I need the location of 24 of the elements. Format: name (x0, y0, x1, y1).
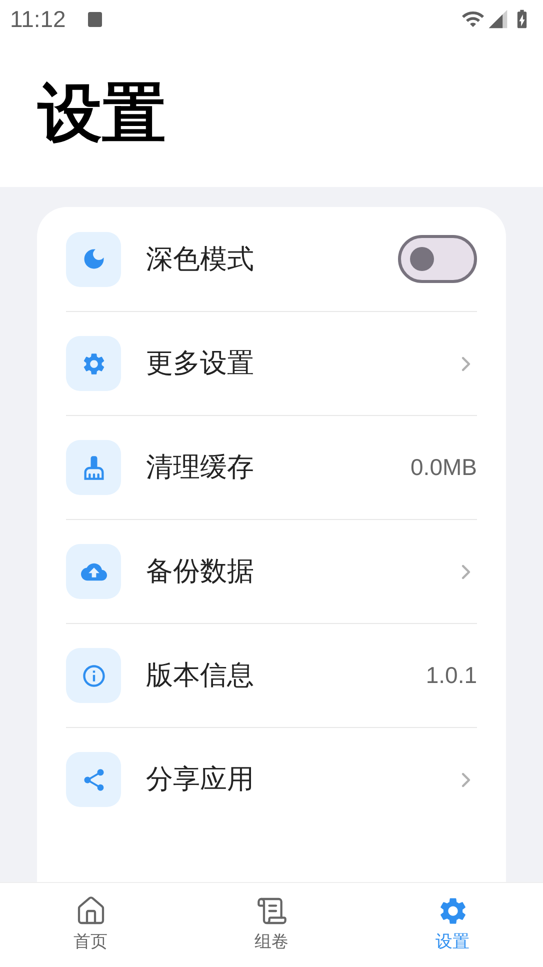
settings-row[interactable]: 清理缓存 0.0MB (66, 415, 477, 519)
nav-tab[interactable]: 组卷 (181, 883, 362, 967)
nav-tab[interactable]: 首页 (0, 883, 181, 967)
info-icon (80, 662, 106, 688)
dark-mode-switch[interactable] (398, 235, 477, 283)
settings-row[interactable]: 分享应用 (66, 727, 477, 831)
settings-row[interactable]: 更多设置 (66, 311, 477, 415)
chevron-right-icon (461, 564, 471, 580)
chevron-right-icon (461, 356, 471, 372)
settings-row[interactable]: 版本信息 1.0.1 (66, 623, 477, 727)
setting-label: 深色模式 (146, 242, 254, 276)
setting-value: 1.0.1 (426, 661, 477, 690)
setting-label: 更多设置 (146, 347, 254, 380)
setting-value: 0.0MB (410, 453, 477, 482)
settings-row[interactable]: 深色模式 (66, 207, 477, 311)
status-time: 11:12 (10, 4, 66, 34)
setting-label: 分享应用 (146, 763, 254, 796)
signal-icon (487, 8, 509, 30)
setting-label: 清理缓存 (146, 451, 254, 484)
setting-label: 版本信息 (146, 659, 254, 692)
settings-row[interactable]: 备份数据 (66, 519, 477, 623)
page-title: 设置 (38, 80, 166, 144)
chevron-right-icon (461, 772, 471, 788)
setting-label: 备份数据 (146, 555, 254, 588)
